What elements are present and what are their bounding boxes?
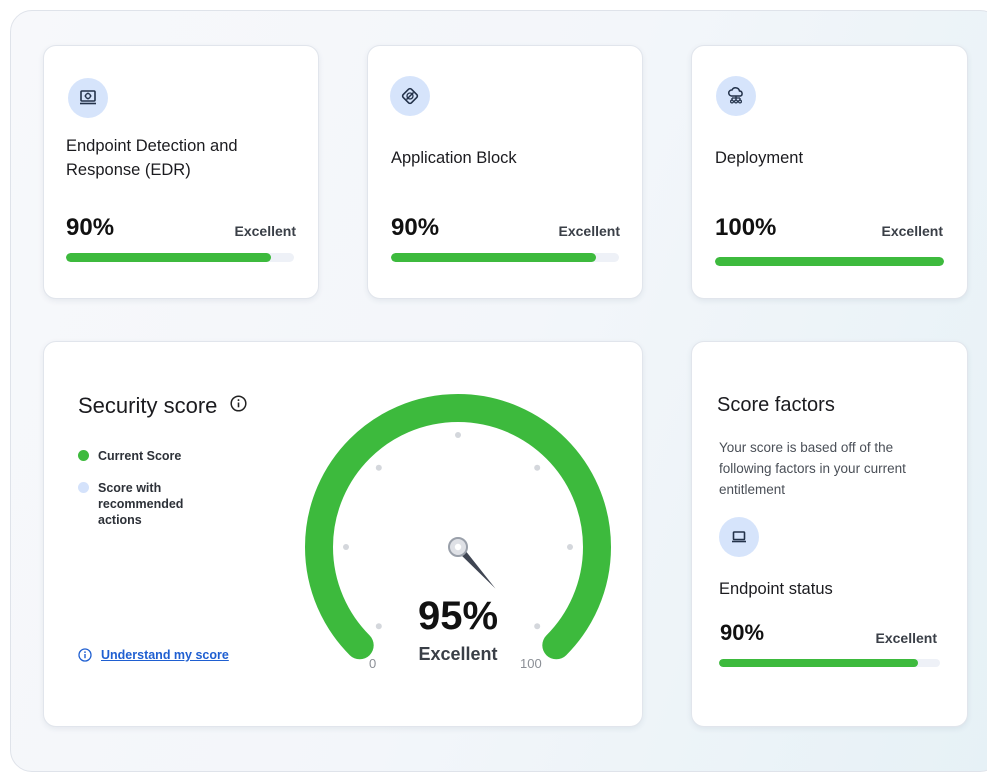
security-gauge <box>305 394 611 660</box>
gauge-min-label: 0 <box>369 656 377 671</box>
gauge-max-label: 100 <box>520 656 542 671</box>
gauge-tick <box>343 544 349 550</box>
score-factors-description: Your score is based off of the following… <box>719 440 906 497</box>
edr-card[interactable]: Endpoint Detection and Response (EDR) 90… <box>43 45 319 299</box>
gauge-tick <box>534 464 541 471</box>
card-rating: Excellent <box>234 223 296 239</box>
card-progress-bar <box>66 253 294 262</box>
security-score-card: Security score Current Score Score with … <box>43 341 643 727</box>
card-percent: 90% <box>391 214 440 241</box>
card-percent: 100% <box>715 214 777 241</box>
gauge-value: 95% <box>417 594 499 638</box>
gauge-tick <box>567 544 573 550</box>
card-title: Application Block <box>391 149 517 167</box>
laptop-icon <box>719 517 759 557</box>
score-factors-title: Score factors <box>717 394 835 416</box>
card-progress-bar <box>391 253 619 262</box>
endpoint-status-title: Endpoint status <box>719 580 833 598</box>
gauge-tick <box>455 432 461 438</box>
application-block-card[interactable]: Application Block 90% Excellent <box>367 45 643 299</box>
card-rating: Excellent <box>881 223 943 239</box>
gauge-tick <box>375 464 382 471</box>
card-title: Deployment <box>715 149 804 167</box>
endpoint-status-rating: Excellent <box>875 630 937 646</box>
shield-block-icon <box>390 76 430 116</box>
endpoint-status-percent: 90% <box>720 620 765 645</box>
card-progress-fill <box>66 253 272 262</box>
endpoint-status-progress-bar <box>719 659 940 667</box>
endpoint-status-progress-fill <box>719 659 918 667</box>
score-factors-card: Score factors Your score is based off of… <box>691 341 968 727</box>
laptop-target-icon <box>68 78 108 118</box>
card-progress-bar <box>715 257 944 266</box>
card-title: Endpoint Detection and Response (EDR) <box>66 137 238 179</box>
card-percent: 90% <box>66 214 115 241</box>
card-progress-fill <box>715 257 944 266</box>
cloud-network-icon <box>716 76 756 116</box>
deployment-card[interactable]: Deployment 100% Excellent <box>691 45 968 299</box>
card-rating: Excellent <box>558 223 620 239</box>
card-progress-fill <box>391 253 597 262</box>
